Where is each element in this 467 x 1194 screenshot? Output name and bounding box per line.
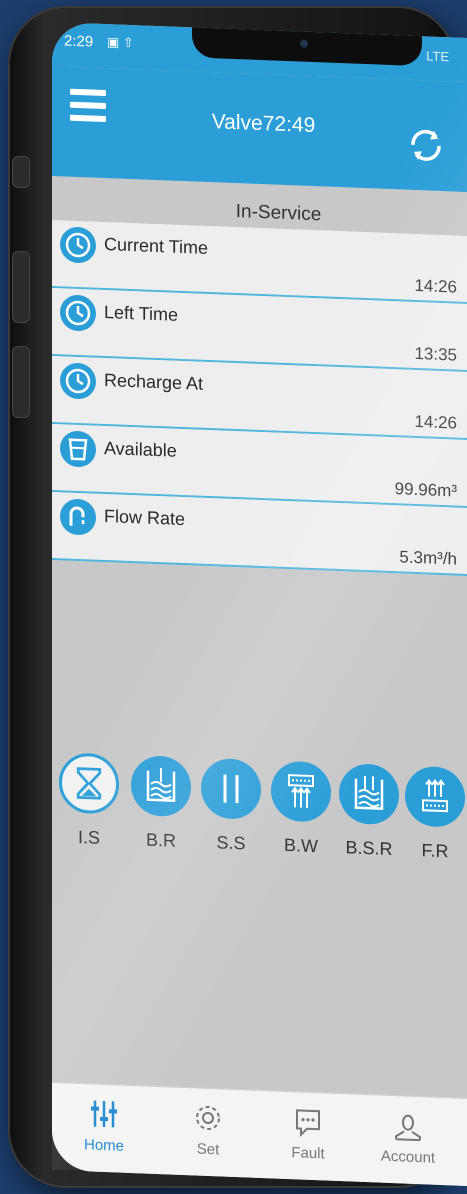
row-value: 14:26 xyxy=(414,275,457,297)
row-label: Current Time xyxy=(104,233,209,258)
mute-switch xyxy=(12,156,30,188)
row-value: 5.3m³/h xyxy=(399,547,457,569)
brine-tank-icon xyxy=(131,755,191,818)
chat-icon xyxy=(291,1104,325,1139)
mode-label: B.W xyxy=(284,834,318,857)
status-time: 2:29 xyxy=(64,32,94,51)
mode-fast-rinse[interactable]: F.R xyxy=(402,765,467,863)
mode-slow-rinse[interactable]: S.S xyxy=(198,757,264,856)
mode-label: B.S.R xyxy=(345,837,393,860)
mode-backwash[interactable]: B.W xyxy=(268,760,334,858)
hourglass-icon xyxy=(59,752,119,815)
tab-label: Set xyxy=(196,1140,220,1159)
mode-label: F.R xyxy=(421,840,449,862)
app-header: Valve72:49 xyxy=(52,66,467,192)
sliders-icon xyxy=(87,1096,121,1131)
tab-label: Account xyxy=(380,1147,436,1167)
row-label: Left Time xyxy=(104,301,179,325)
notification-icons: ▣ ⇧ xyxy=(107,34,134,51)
tab-account[interactable]: Account xyxy=(368,1107,448,1167)
fast-rinse-icon xyxy=(405,765,465,828)
clock-icon xyxy=(60,226,96,264)
person-icon xyxy=(391,1108,425,1143)
mode-label: B.R xyxy=(145,829,176,851)
mode-label: I.S xyxy=(77,826,100,848)
backwash-icon xyxy=(271,760,331,823)
refresh-icon[interactable] xyxy=(405,124,447,168)
tab-fault[interactable]: Fault xyxy=(268,1103,348,1163)
network-indicator: LTE xyxy=(426,48,449,65)
mode-brine-slow-rinse[interactable]: B.S.R xyxy=(336,763,402,861)
row-label: Available xyxy=(104,437,177,461)
tab-label: Home xyxy=(83,1136,124,1155)
row-flow-rate: Flow Rate 5.3m³/h xyxy=(52,492,467,576)
volume-up-button xyxy=(12,251,30,323)
mode-brine[interactable]: B.R xyxy=(128,755,194,853)
row-value: 13:35 xyxy=(414,343,457,365)
clock-icon xyxy=(60,362,96,400)
slow-rinse-icon xyxy=(201,757,261,821)
brine-slow-rinse-icon xyxy=(339,763,399,826)
mode-label: S.S xyxy=(216,832,246,854)
gear-icon xyxy=(191,1100,225,1135)
mode-in-service[interactable]: I.S xyxy=(56,752,122,850)
tab-home[interactable]: Home xyxy=(64,1095,144,1155)
tab-set[interactable]: Set xyxy=(168,1099,248,1159)
volume-down-button xyxy=(12,346,30,418)
camera-icon xyxy=(300,39,308,48)
bottom-tab-bar: Home Set Fault Account xyxy=(52,1082,467,1186)
tab-label: Fault xyxy=(291,1144,325,1163)
row-value: 14:26 xyxy=(414,411,457,433)
status-list: Current Time 14:26 Left Time 13:35 Recha… xyxy=(52,220,467,576)
mode-selector: I.S B.R S.S B.W B.S.R F.R xyxy=(52,752,467,861)
clock-icon xyxy=(60,294,96,332)
row-value: 99.96m³ xyxy=(394,479,457,501)
app-screen: 2:29 ▣ ⇧ LTE Valve72:49 In-Service Curre… xyxy=(52,22,467,1186)
faucet-icon xyxy=(60,498,96,536)
row-label: Flow Rate xyxy=(104,505,186,530)
water-cup-icon xyxy=(60,430,96,468)
row-label: Recharge At xyxy=(104,369,204,394)
